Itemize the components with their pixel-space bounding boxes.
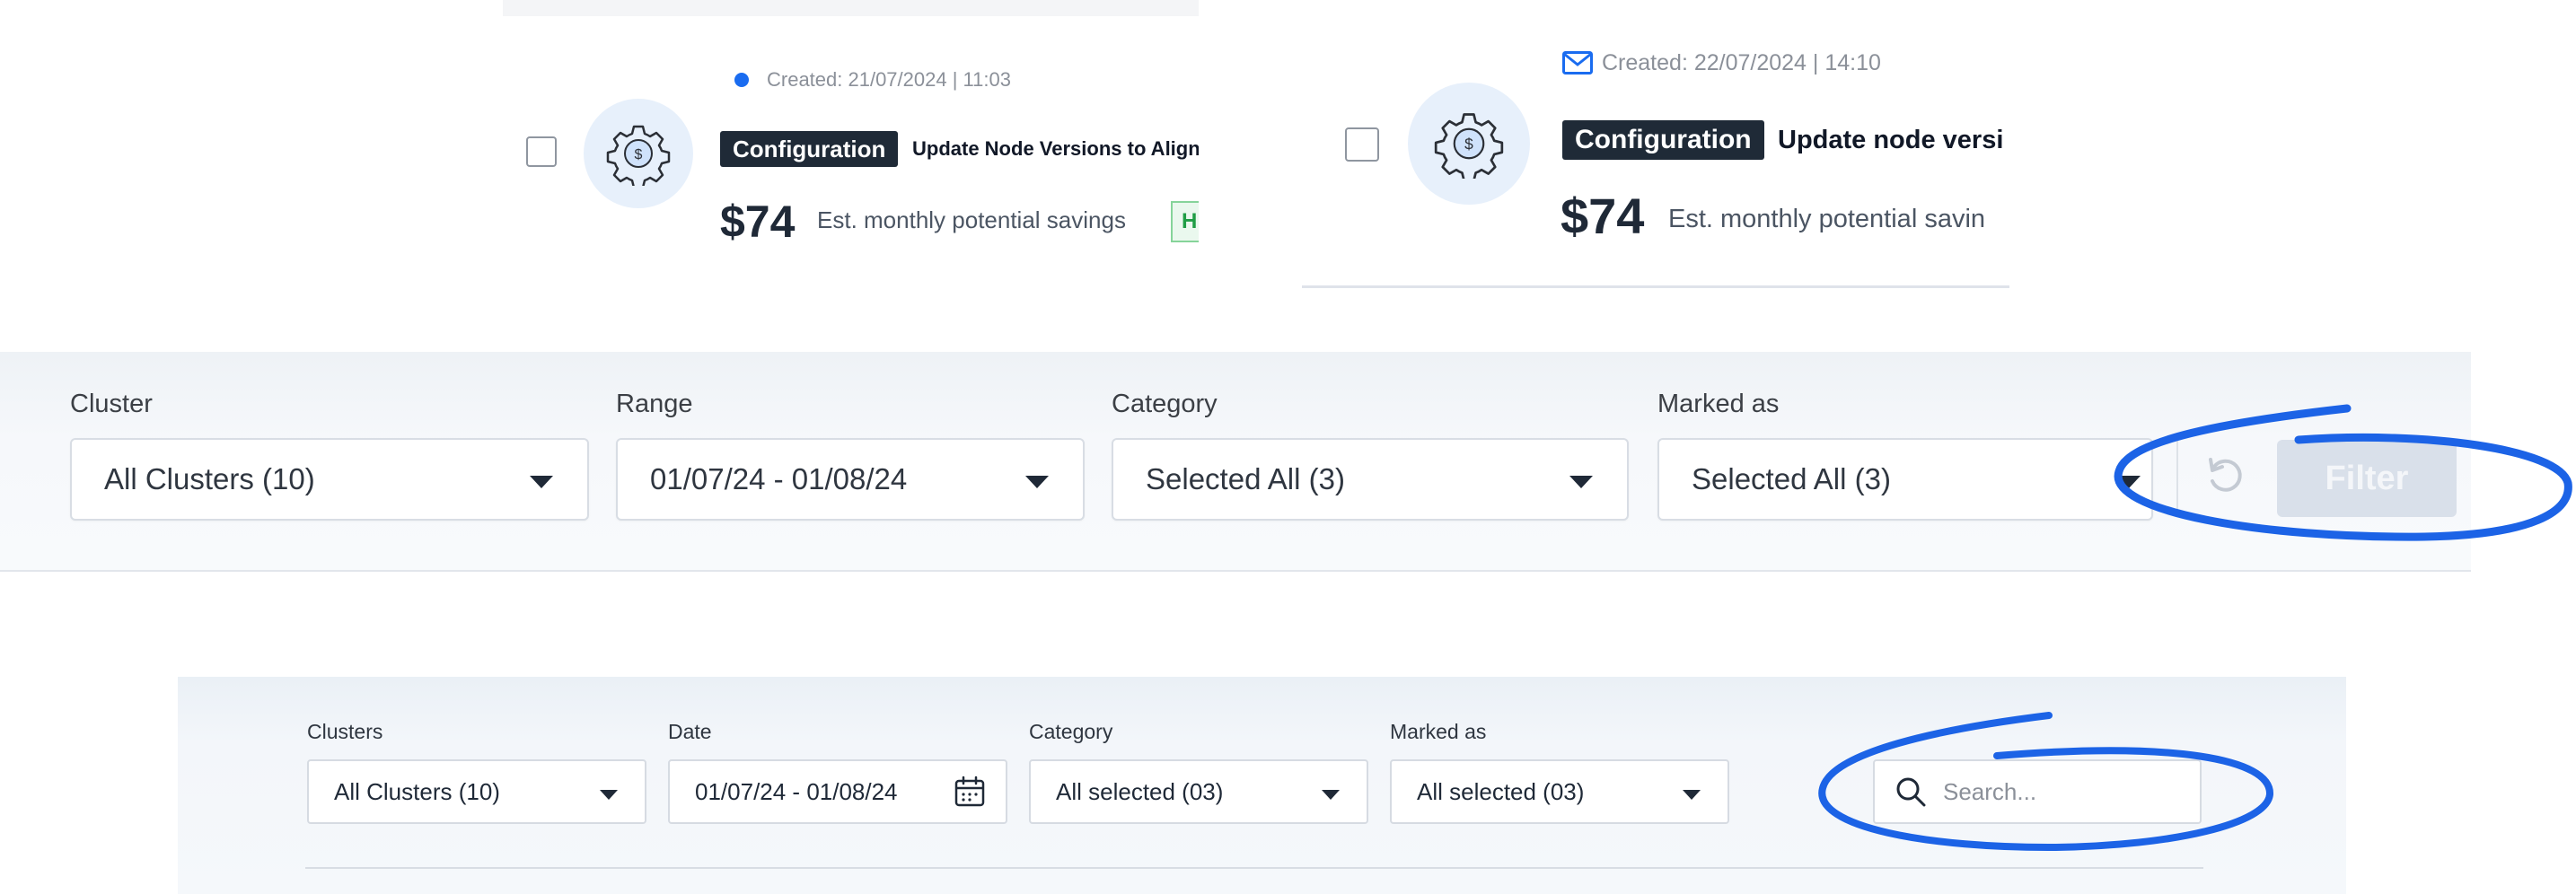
caret-down-icon (1683, 790, 1701, 800)
gear-dollar-icon: $ (606, 125, 671, 186)
priority-badge: H (1171, 201, 1199, 242)
clusters-label: Clusters (307, 720, 383, 743)
mail-icon (1562, 51, 1593, 74)
gear-icon-circle: $ (584, 99, 693, 208)
cluster-value: All Clusters (10) (104, 462, 315, 495)
recommendation-card[interactable]: $ Created: 21/07/2024 | 11:03 Configurat… (503, 0, 1199, 287)
search-box[interactable] (1873, 759, 2202, 824)
category-tag: Configuration (720, 131, 899, 167)
cluster-label: Cluster (70, 390, 153, 418)
category-tag: Configuration (1562, 120, 1764, 160)
recommendation-title[interactable]: Update Node Versions to Align (912, 137, 1199, 161)
svg-text:$: $ (635, 147, 643, 162)
category-dropdown[interactable]: Selected All (3) (1112, 438, 1629, 521)
range-label: Range (616, 390, 693, 418)
marked-as-value: All selected (03) (1417, 778, 1585, 805)
select-checkbox[interactable] (526, 136, 557, 167)
card-top-strip (503, 0, 1199, 16)
divider (2176, 440, 2178, 513)
cluster-dropdown[interactable]: All Clusters (10) (70, 438, 589, 521)
svg-text:$: $ (1464, 136, 1473, 153)
search-icon (1896, 777, 1926, 807)
filter-button[interactable]: Filter (2277, 440, 2457, 517)
date-label: Date (668, 720, 712, 743)
created-timestamp: Created: 22/07/2024 | 14:10 (1602, 50, 1881, 75)
savings-amount: $74 (720, 197, 796, 247)
divider (305, 867, 2203, 869)
gear-icon-circle: $ (1408, 83, 1530, 205)
marked-as-label: Marked as (1657, 390, 1780, 418)
marked-as-dropdown[interactable]: Selected All (3) (1657, 438, 2153, 521)
range-value: 01/07/24 - 01/08/24 (650, 462, 908, 495)
category-label: Category (1112, 390, 1218, 418)
search-input[interactable] (1943, 761, 2185, 822)
savings-label: Est. monthly potential savings (817, 206, 1126, 233)
range-dropdown[interactable]: 01/07/24 - 01/08/24 (616, 438, 1085, 521)
caret-down-icon (2117, 476, 2141, 488)
clusters-dropdown[interactable]: All Clusters (10) (307, 759, 646, 824)
category-dropdown[interactable]: All selected (03) (1029, 759, 1368, 824)
savings-amount: $74 (1561, 188, 1645, 244)
marked-as-dropdown[interactable]: All selected (03) (1390, 759, 1729, 824)
gear-dollar-icon: $ (1434, 113, 1504, 179)
category-label: Category (1029, 720, 1113, 743)
recommendation-title[interactable]: Update node versi (1778, 126, 2003, 155)
filter-bar: Cluster All Clusters (10) Range 01/07/24… (0, 352, 2471, 572)
caret-down-icon (600, 790, 618, 800)
marked-as-label: Marked as (1390, 720, 1487, 743)
caret-down-icon (530, 476, 553, 488)
recommendation-card[interactable]: $ Created: 22/07/2024 | 14:10 Configurat… (1302, 0, 2009, 288)
category-value: Selected All (3) (1146, 462, 1345, 495)
caret-down-icon (1322, 790, 1340, 800)
created-timestamp: Created: 21/07/2024 | 11:03 (767, 68, 1011, 91)
category-value: All selected (03) (1056, 778, 1224, 805)
status-dot (734, 73, 749, 87)
date-picker[interactable]: 01/07/24 - 01/08/24 (668, 759, 1007, 824)
select-checkbox[interactable] (1345, 127, 1379, 162)
marked-as-value: Selected All (3) (1692, 462, 1891, 495)
date-value: 01/07/24 - 01/08/24 (695, 778, 898, 805)
calendar-icon (954, 776, 985, 807)
savings-label: Est. monthly potential savin (1668, 205, 1986, 233)
caret-down-icon (1569, 476, 1593, 488)
reset-icon[interactable] (2202, 452, 2248, 499)
clusters-value: All Clusters (10) (334, 778, 500, 805)
caret-down-icon (1025, 476, 1049, 488)
